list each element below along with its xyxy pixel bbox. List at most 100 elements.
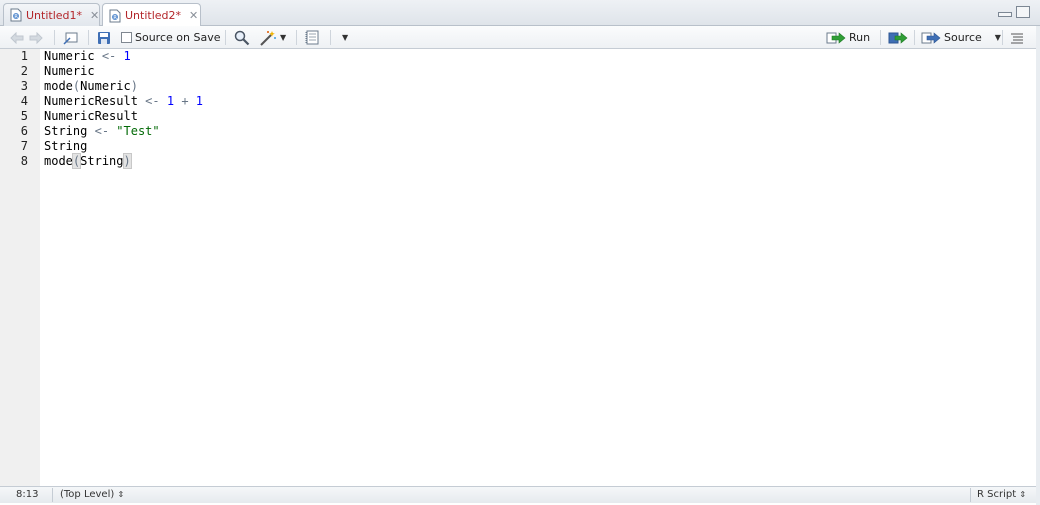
rerun-icon [888,31,908,44]
number-literal: 1 [195,94,204,108]
editor-tab-strip: R Untitled1* ✕ R Untitled2* ✕ [0,0,1040,27]
toolbar-separator [330,30,331,45]
minimize-pane-button[interactable] [998,12,1012,17]
line-number: 1 [20,49,28,63]
assign-operator: <- [94,124,110,138]
source-on-save-toggle[interactable]: Source on Save [121,29,220,46]
string-literal: "Test" [116,124,160,138]
identifier: Numeric [80,79,131,93]
save-icon [98,31,110,44]
code-line[interactable]: NumericResult <- 1 + 1 [44,94,203,109]
toolbar-separator [88,30,89,45]
code-line[interactable]: NumericResult [44,109,138,124]
source-button[interactable]: Source ▼ [921,29,1001,46]
line-number: 5 [20,109,28,123]
source-arrow-icon [921,31,941,44]
more-options-button[interactable]: ▼ [342,29,348,46]
editor-toolbar: Source on Save ▼ ▼ Run Source ▼ [0,26,1036,49]
paren-close-matched: ) [122,153,132,169]
magic-wand-icon [260,30,276,46]
pane-controls [998,6,1030,18]
toolbar-separator [1002,30,1003,45]
code-line[interactable]: Numeric <- 1 [44,49,131,64]
save-button[interactable] [97,29,111,46]
svg-text:R: R [113,15,117,21]
toolbar-separator [296,30,297,45]
rerun-button[interactable] [888,29,908,46]
code-line[interactable]: String [44,139,87,154]
run-arrow-icon [826,31,846,44]
chevron-down-icon: ▼ [342,33,349,42]
tab-untitled1[interactable]: R Untitled1* ✕ [3,3,100,26]
run-button[interactable]: Run [826,29,870,46]
back-button[interactable] [10,29,24,46]
code-line[interactable]: mode(Numeric) [44,79,138,94]
forward-button[interactable] [29,29,43,46]
paren-close: ) [130,79,138,93]
toolbar-separator [880,30,881,45]
identifier: NumericResult [44,109,138,123]
source-on-save-label: Source on Save [135,31,221,44]
r-file-icon: R [10,8,22,22]
number-literal: 1 [166,94,175,108]
identifier: String [80,154,124,168]
show-in-window-button[interactable] [63,29,79,46]
identifier: String [44,124,88,138]
notebook-icon [305,30,319,45]
code-line[interactable]: String <- "Test" [44,124,160,139]
editor-status-bar: 8:13 (Top Level) ⇕ R Script ⇕ [0,486,1036,503]
plus-operator: + [181,94,189,108]
document-outline-button[interactable] [1010,29,1024,46]
function-name: mode [44,79,73,93]
r-file-icon: R [109,9,121,23]
cursor-position: 8:13 [16,489,39,500]
line-number: 8 [20,154,28,168]
tab-label: Untitled2* [125,9,182,22]
updown-icon: ⇕ [117,490,125,499]
source-label: Source [944,31,982,44]
function-name: mode [44,154,73,168]
filetype-label: R Script [977,489,1017,500]
tab-untitled2[interactable]: R Untitled2* ✕ [102,3,201,27]
status-separator [52,488,53,502]
magnifier-icon [234,30,250,45]
find-replace-button[interactable] [234,29,250,46]
number-literal: 1 [123,49,131,63]
line-number-gutter: 1 2 3 4 5 6 7 8 [0,49,40,486]
updown-icon: ⇕ [1019,490,1027,499]
filetype-selector[interactable]: R Script ⇕ [977,489,1026,500]
line-number: 3 [20,79,28,93]
pane-splitter[interactable] [1036,26,1040,505]
line-number: 4 [20,94,28,108]
run-label: Run [849,31,871,44]
identifier: String [44,139,88,153]
assign-operator: <- [145,94,160,108]
svg-text:R: R [14,14,18,20]
line-number: 6 [20,124,28,138]
chevron-down-icon[interactable]: ▼ [995,33,1001,42]
code-tools-button[interactable]: ▼ [259,29,286,46]
code-line[interactable]: Numeric [44,64,95,79]
code-line[interactable]: mode(String) [44,153,132,169]
code-editor[interactable]: 1 2 3 4 5 6 7 8 Numeric <- 1 Numeric mod… [0,49,1040,486]
source-on-save-checkbox[interactable] [121,32,132,43]
identifier: Numeric [44,64,95,78]
close-icon[interactable]: ✕ [189,9,198,22]
status-separator [970,488,971,502]
close-icon[interactable]: ✕ [90,9,99,22]
compile-report-button[interactable] [305,29,319,46]
forward-arrow-icon [29,31,43,44]
maximize-pane-button[interactable] [1016,6,1030,18]
scope-label: (Top Level) [60,489,115,500]
outline-icon [1011,33,1023,43]
scope-selector[interactable]: (Top Level) ⇕ [60,489,124,500]
tab-label: Untitled1* [26,8,83,22]
identifier: Numeric [44,49,95,63]
chevron-down-icon: ▼ [280,33,287,42]
assign-operator: <- [101,49,117,63]
line-number: 2 [20,64,28,78]
toolbar-separator [914,30,915,45]
back-arrow-icon [10,31,24,44]
show-in-window-icon [63,32,78,45]
toolbar-separator [225,30,226,45]
